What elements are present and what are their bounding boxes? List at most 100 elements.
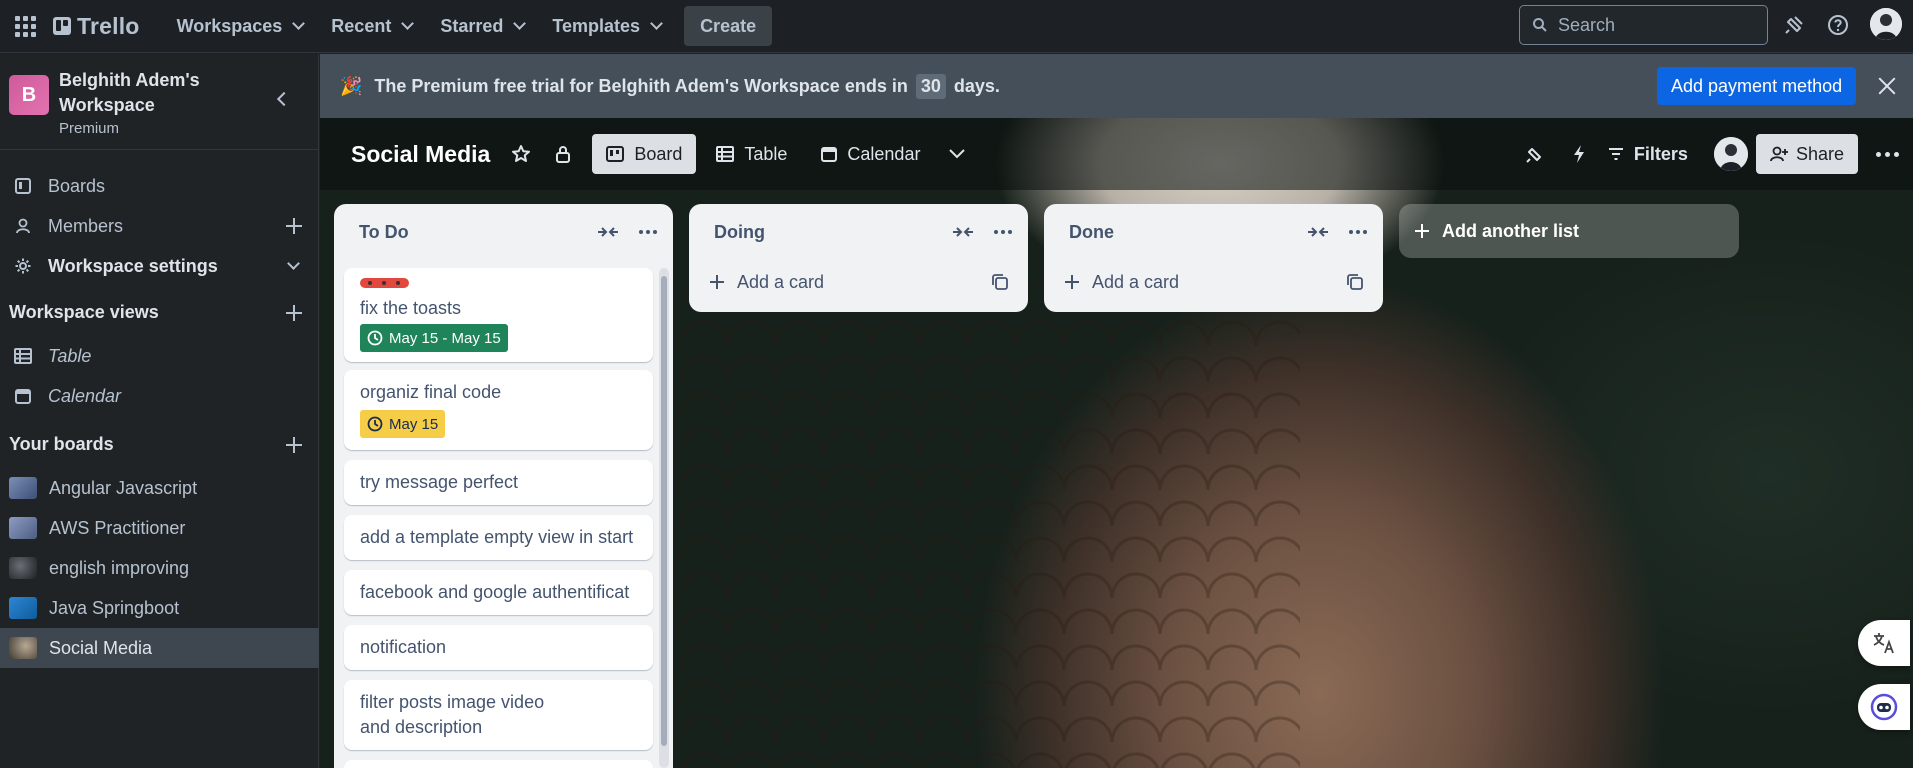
chevron-down-icon (401, 17, 415, 30)
party-popper-icon: 🎉 (340, 75, 363, 96)
sidebar-board-english-improving[interactable]: english improving (0, 548, 319, 588)
nav-menu: Workspaces Recent Starred Templates Crea… (166, 6, 773, 46)
close-icon[interactable] (1877, 76, 1897, 96)
star-icon[interactable] (510, 143, 532, 165)
sidebar-item-boards[interactable]: Boards (0, 166, 319, 206)
list-title[interactable]: Done (1069, 222, 1114, 243)
plus-icon (710, 275, 724, 289)
table-icon (716, 146, 735, 162)
card[interactable]: filter posts image video and description (344, 680, 653, 750)
board-menu-icon[interactable] (1876, 151, 1899, 157)
add-view-icon[interactable] (286, 305, 302, 321)
trello-logo-icon (53, 17, 71, 35)
top-navigation: Trello Workspaces Recent Starred Templat… (0, 0, 1913, 53)
card[interactable]: fix the toasts May 15 - May 15 (344, 268, 653, 362)
boards-icon (14, 177, 32, 195)
card-label[interactable] (360, 278, 409, 288)
card-template-icon[interactable] (1347, 274, 1363, 290)
table-icon (14, 347, 32, 365)
card[interactable]: notification (344, 625, 653, 670)
sidebar-item-workspace-settings[interactable]: Workspace settings (0, 246, 319, 286)
list-header: Done (1044, 204, 1383, 260)
filters-button[interactable]: Filters (1608, 144, 1688, 165)
list-to-do: To Do fix the toasts May 15 - May 15 org… (334, 204, 673, 768)
collapse-list-icon[interactable] (597, 223, 619, 241)
workspace-name[interactable]: Belghith Adem's Workspace (59, 68, 209, 118)
trello-logo[interactable]: Trello (53, 13, 140, 40)
collapse-list-icon[interactable] (952, 223, 974, 241)
add-payment-method-button[interactable]: Add payment method (1657, 67, 1857, 105)
list-menu-icon[interactable] (639, 230, 657, 234)
starred-menu[interactable]: Starred (429, 6, 535, 46)
power-ups-icon[interactable] (1524, 143, 1546, 165)
assistant-bot-icon[interactable] (1858, 684, 1910, 730)
card[interactable]: facebook and google authentificat (344, 570, 653, 615)
sidebar: B Belghith Adem's Workspace Premium Boar… (0, 54, 319, 768)
board-member-avatar[interactable] (1713, 137, 1748, 171)
add-board-icon[interactable] (286, 437, 302, 453)
tab-table[interactable]: Table (702, 134, 801, 174)
board-thumbnail (9, 557, 37, 579)
due-date-badge[interactable]: May 15 - May 15 (360, 324, 508, 352)
list-header: To Do (334, 204, 673, 260)
list-title[interactable]: Doing (714, 222, 765, 243)
collapse-list-icon[interactable] (1307, 223, 1329, 241)
templates-menu[interactable]: Templates (541, 6, 672, 46)
board-view-icon (606, 146, 625, 162)
workspaces-menu[interactable]: Workspaces (166, 6, 315, 46)
translate-icon[interactable] (1858, 620, 1910, 666)
sidebar-item-table-view[interactable]: Table (0, 336, 319, 376)
workspace-views-heading: Workspace views (9, 302, 159, 322)
card[interactable]: organiz final code May 15 (344, 370, 653, 450)
chevron-down-icon[interactable] (946, 143, 968, 165)
chevron-down-icon[interactable] (287, 257, 300, 270)
sidebar-board-aws-practitioner[interactable]: AWS Practitioner (0, 508, 319, 548)
sidebar-board-social-media[interactable]: Social Media (0, 628, 319, 668)
card[interactable]: add a template empty view in start (344, 515, 653, 560)
calendar-icon (14, 387, 32, 405)
due-date-badge[interactable]: May 15 (360, 410, 446, 438)
share-button[interactable]: Share (1755, 134, 1858, 174)
add-list-button[interactable]: Add another list (1399, 204, 1739, 258)
board-thumbnail (9, 517, 37, 539)
add-card-button[interactable]: Add a card (689, 260, 1028, 304)
workspace-avatar[interactable]: B (9, 75, 49, 115)
chevron-down-icon (650, 17, 663, 30)
help-icon[interactable] (1825, 12, 1851, 38)
list-menu-icon[interactable] (1349, 230, 1367, 234)
recent-menu[interactable]: Recent (320, 6, 423, 46)
board-thumbnail (9, 597, 37, 619)
gear-icon (14, 257, 32, 275)
card-list: fix the toasts May 15 - May 15 organiz f… (334, 260, 673, 768)
user-avatar[interactable] (1870, 8, 1902, 40)
create-button[interactable]: Create (684, 6, 773, 46)
sidebar-board-angular-javascript[interactable]: Angular Javascript (0, 468, 319, 508)
trial-banner: 🎉 The Premium free trial for Belghith Ad… (320, 54, 1913, 118)
board-background (680, 274, 1300, 768)
sidebar-item-calendar-view[interactable]: Calendar (0, 376, 319, 416)
plus-icon (1415, 224, 1429, 238)
app-switcher-icon[interactable] (13, 14, 37, 38)
card[interactable] (344, 760, 653, 768)
search-input[interactable]: Search (1519, 5, 1768, 45)
list-menu-icon[interactable] (994, 230, 1012, 234)
list-scrollbar[interactable] (659, 268, 669, 768)
add-member-icon[interactable] (286, 218, 302, 234)
sidebar-board-java-springboot[interactable]: Java Springboot (0, 588, 319, 628)
sidebar-item-members[interactable]: Members (0, 206, 319, 246)
tab-calendar[interactable]: Calendar (807, 134, 934, 174)
collapse-sidebar-button[interactable] (274, 90, 292, 108)
list-title[interactable]: To Do (359, 222, 409, 243)
board-thumbnail (9, 477, 37, 499)
list-doing: Doing Add a card (689, 204, 1028, 312)
add-card-button[interactable]: Add a card (1044, 260, 1383, 304)
lock-icon[interactable] (552, 143, 574, 165)
board-title[interactable]: Social Media (351, 141, 490, 168)
trial-days-badge: 30 (915, 73, 946, 99)
notifications-icon[interactable] (1781, 12, 1807, 38)
card-template-icon[interactable] (992, 274, 1008, 290)
filter-icon (1608, 148, 1623, 160)
automation-icon[interactable] (1568, 143, 1590, 165)
tab-board[interactable]: Board (592, 134, 697, 174)
card[interactable]: try message perfect (344, 460, 653, 505)
